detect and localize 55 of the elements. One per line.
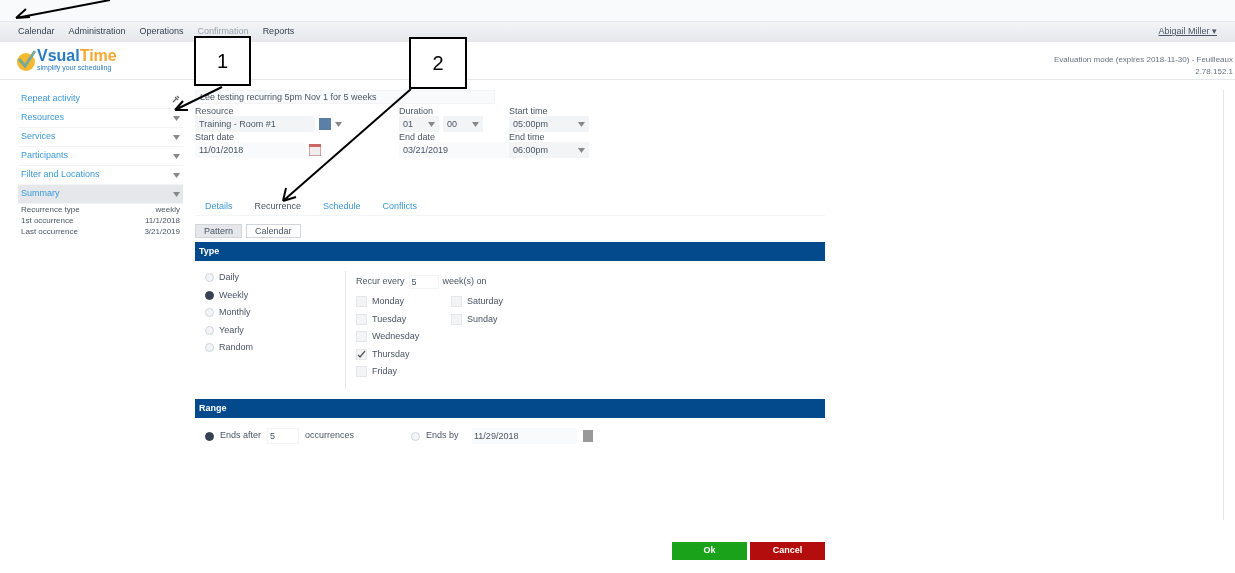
day-label: Saturday (467, 295, 504, 308)
summary-label: Last occurrence (21, 226, 78, 237)
callout-label: 2 (409, 37, 467, 89)
minutes-select[interactable]: 00 (443, 116, 483, 132)
day-label: Sunday (467, 312, 498, 326)
tab[interactable]: Recurrence (254, 199, 302, 214)
day-label: Monday (372, 295, 405, 308)
ends-by-field[interactable]: 11/29/2018 (472, 428, 578, 444)
start-time-select[interactable]: 05:00pm (509, 116, 589, 132)
summary-value: 11/1/2018 (145, 215, 180, 226)
option-label: Ends by (426, 429, 460, 443)
summary-value: weekly (155, 204, 180, 215)
field-label: Duration (399, 106, 435, 116)
end-date-field[interactable]: 03/21/2019 (399, 142, 509, 158)
end-time-select[interactable]: 06:00pm (509, 142, 589, 158)
recur-field[interactable]: 5 (408, 275, 439, 289)
option-label: Random (219, 341, 254, 354)
field-label: End time (509, 132, 546, 142)
hours-select[interactable]: 01 (399, 116, 439, 132)
field-label: Start date (195, 132, 236, 142)
menu-item[interactable]: Calendar (18, 25, 55, 39)
option-label: Yearly (219, 323, 244, 337)
evaluation-notice: Evaluation mode (expires 2018-11-30) - Feuilleaux (1053, 54, 1233, 66)
menu-item[interactable]: Operations (139, 25, 184, 39)
cancel-button[interactable]: Cancel (750, 542, 825, 560)
summary-label: Recurrence type (21, 204, 80, 215)
occurrences-label: occurrences (305, 429, 356, 443)
field-label: Start time (509, 106, 549, 116)
menu-item[interactable]: Reports (262, 25, 295, 39)
sub-tab[interactable]: Calendar (246, 224, 301, 238)
recur-unit: week(s) on (442, 275, 487, 289)
resource-select[interactable]: Training - Room #1 (195, 116, 315, 132)
field-label: End date (399, 132, 437, 142)
summary-label: 1st occurrence (21, 215, 74, 226)
field-label: Resource (195, 106, 235, 116)
day-label: Friday (372, 365, 397, 378)
occurrences-field[interactable]: 5 (267, 428, 300, 444)
logo-text: VsualTime (37, 48, 117, 64)
day-label: Tuesday (372, 312, 407, 326)
option-label: Ends after (220, 429, 262, 443)
day-label: Wednesday (372, 330, 420, 343)
sub-tab[interactable]: Pattern (195, 224, 243, 238)
option-label: Daily (219, 271, 239, 284)
recur-label: Recur every (356, 275, 405, 289)
section-header: Type (195, 242, 825, 261)
section-header: Range (195, 399, 825, 418)
summary-value: 3/21/2019 (144, 226, 180, 237)
user-menu[interactable]: Abigail Miller ▾ (1158, 25, 1217, 39)
callout-label: 1 (194, 36, 251, 86)
menu-item[interactable]: Administration (68, 25, 126, 39)
version-text: 2.78.152.1 (1195, 66, 1233, 78)
start-date-field[interactable]: 11/01/2018 (195, 142, 305, 158)
day-label: Thursday (372, 347, 410, 361)
option-label: Monthly (219, 306, 251, 319)
option-label: Weekly (219, 288, 249, 302)
